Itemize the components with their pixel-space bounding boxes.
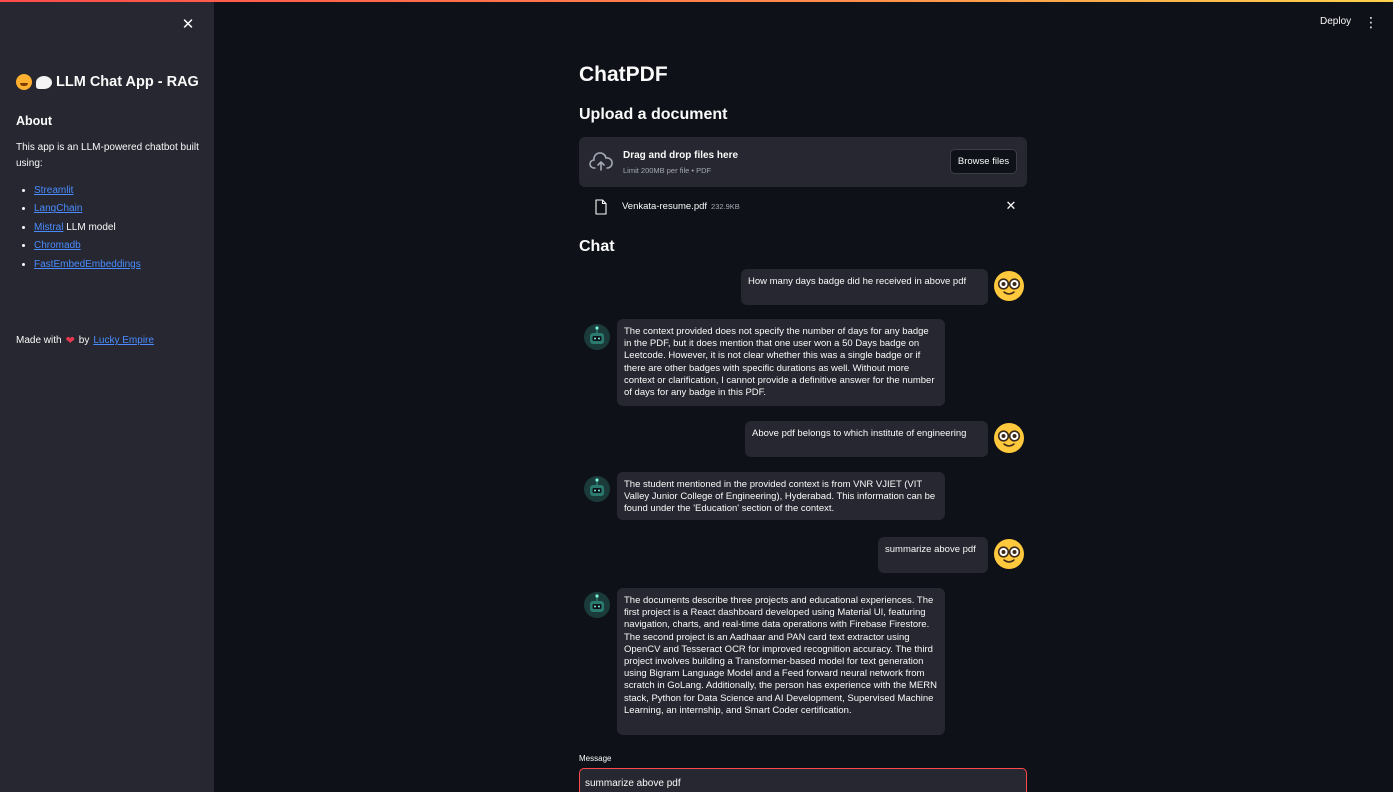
- assistant-message: The documents describe three projects an…: [617, 588, 945, 735]
- list-item: LangChain: [34, 200, 141, 218]
- file-name: Venkata-resume.pdf: [622, 201, 708, 212]
- robot-avatar-icon: [584, 592, 610, 618]
- link-fastembed[interactable]: FastEmbedEmbeddings: [34, 259, 141, 270]
- list-item: Streamlit: [34, 182, 141, 200]
- nerd-face-avatar-icon: [994, 271, 1024, 301]
- sidebar-title-text: LLM Chat App - RAG: [56, 74, 199, 90]
- dropzone-limit: Limit 200MB per file • PDF: [623, 166, 712, 175]
- scrollbar[interactable]: [1384, 40, 1390, 792]
- robot-avatar-icon: [584, 476, 610, 502]
- list-item: Mistral LLM model: [34, 219, 141, 237]
- dropzone-instructions: Drag and drop files here: [623, 150, 739, 161]
- tech-list: Streamlit LangChain Mistral LLM model Ch…: [34, 182, 141, 274]
- file-dropzone[interactable]: Drag and drop files here Limit 200MB per…: [579, 137, 1027, 187]
- sidebar: ✕ LLM Chat App - RAG About This app is a…: [0, 2, 214, 792]
- made-with-credit: Made with ❤ by Lucky Empire: [16, 335, 154, 347]
- uploaded-file: Venkata-resume.pdf 232.9KB ✕: [579, 195, 1027, 219]
- file-size: 232.9KB: [711, 202, 740, 211]
- nerd-face-avatar-icon: [994, 539, 1024, 569]
- link-chromadb[interactable]: Chromadb: [34, 240, 81, 251]
- cloud-upload-icon: [589, 152, 613, 171]
- mistral-suffix: LLM model: [63, 221, 116, 233]
- about-text: This app is an LLM-powered chatbot built…: [16, 142, 199, 169]
- file-icon: [595, 199, 607, 215]
- robot-avatar-icon: [584, 324, 610, 350]
- hugging-face-icon: [16, 74, 32, 90]
- main-menu-icon[interactable]: ⋮: [1364, 14, 1378, 30]
- remove-file-icon[interactable]: ✕: [1003, 198, 1019, 214]
- author-link[interactable]: Lucky Empire: [93, 335, 154, 346]
- chat-heading: Chat: [579, 238, 615, 255]
- about-heading: About: [16, 114, 53, 128]
- link-streamlit[interactable]: Streamlit: [34, 185, 73, 196]
- list-item: Chromadb: [34, 237, 141, 255]
- link-langchain[interactable]: LangChain: [34, 203, 82, 214]
- user-message: How many days badge did he received in a…: [741, 269, 988, 305]
- user-message: summarize above pdf: [878, 537, 988, 573]
- nerd-face-avatar-icon: [994, 423, 1024, 453]
- list-item: FastEmbedEmbeddings: [34, 256, 141, 274]
- heart-icon: ❤: [65, 335, 75, 347]
- speech-bubble-icon: [36, 75, 52, 89]
- assistant-message: The context provided does not specify th…: [617, 319, 945, 406]
- user-message: Above pdf belongs to which institute of …: [745, 421, 988, 457]
- page-title: ChatPDF: [579, 63, 668, 86]
- upload-heading: Upload a document: [579, 106, 728, 123]
- assistant-message: The student mentioned in the provided co…: [617, 472, 945, 520]
- message-label: Message: [579, 754, 612, 763]
- close-sidebar-icon[interactable]: ✕: [179, 16, 197, 34]
- message-input[interactable]: [579, 768, 1027, 792]
- deploy-button[interactable]: Deploy: [1320, 16, 1351, 27]
- link-mistral[interactable]: Mistral: [34, 222, 63, 233]
- sidebar-title: LLM Chat App - RAG: [16, 74, 199, 90]
- browse-files-button[interactable]: Browse files: [950, 149, 1017, 174]
